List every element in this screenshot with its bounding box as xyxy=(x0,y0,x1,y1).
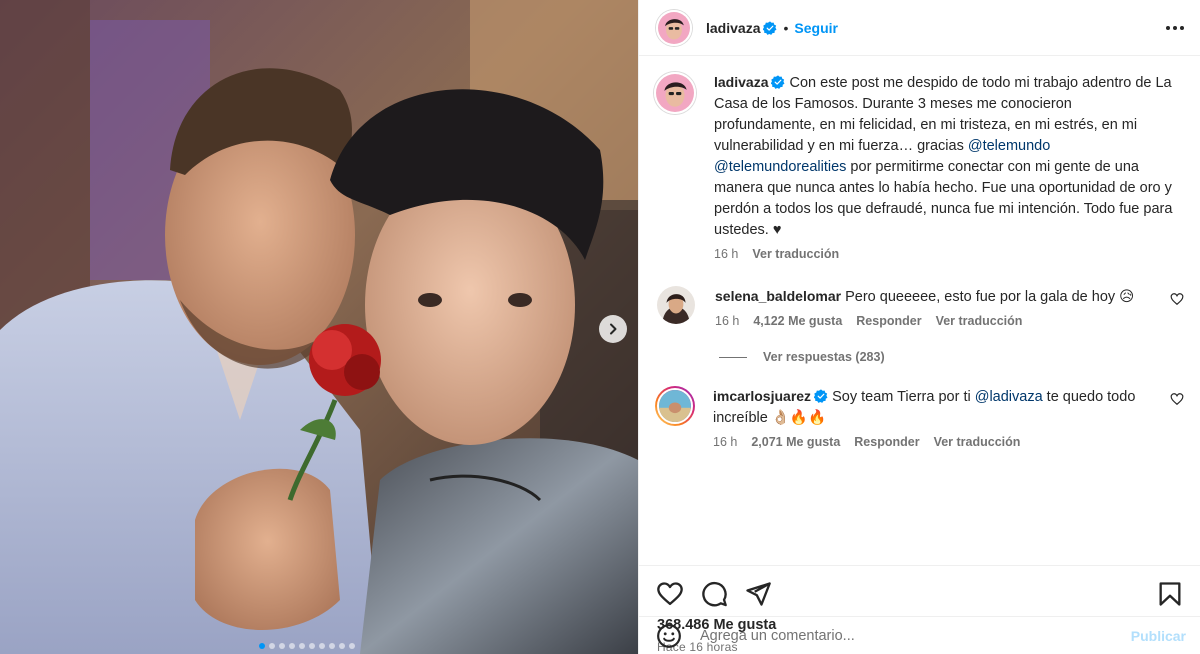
commenter-avatar-image xyxy=(657,388,693,424)
caption-text: ladivaza Con este post me despido de tod… xyxy=(714,72,1174,241)
reply-link[interactable]: Responder xyxy=(854,435,919,449)
comment-likes[interactable]: 4,122 Me gusta xyxy=(753,314,842,328)
commenter-username[interactable]: selena_baldelomar xyxy=(715,288,841,304)
commenter-avatar-image xyxy=(657,286,695,324)
carousel-indicator xyxy=(259,643,355,649)
share-icon[interactable] xyxy=(744,580,772,608)
heart-icon[interactable] xyxy=(1170,392,1184,406)
carousel-dot[interactable] xyxy=(349,643,355,649)
comment-meta: 16 h 4,122 Me gusta Responder Ver traduc… xyxy=(715,314,1184,328)
verified-badge-icon xyxy=(763,20,777,35)
commenter-avatar[interactable] xyxy=(657,286,695,324)
comments-list[interactable]: ladivaza Con este post me despido de tod… xyxy=(639,56,1200,565)
comment-body: Pero queeeee, esto fue por la gala de ho… xyxy=(845,289,1135,305)
translate-link[interactable]: Ver traducción xyxy=(752,247,839,261)
chevron-right-icon xyxy=(610,323,617,335)
carousel-dot[interactable] xyxy=(289,643,295,649)
caption-avatar-image xyxy=(656,74,694,112)
comment-composer: Publicar xyxy=(639,616,1200,654)
mention-link[interactable]: @telemundo xyxy=(968,138,1050,154)
post-media[interactable] xyxy=(0,0,638,654)
reply-link[interactable]: Responder xyxy=(856,314,921,328)
post-header: ladivaza • Seguir xyxy=(639,0,1200,56)
carousel-dot[interactable] xyxy=(299,643,305,649)
separator-bullet: • xyxy=(783,19,789,36)
comment-input[interactable] xyxy=(700,627,1131,644)
mention-link[interactable]: @telemundorealities xyxy=(714,159,846,175)
comment-item: imcarlosjuarez Soy team Tierra por ti @l… xyxy=(655,386,1184,449)
commenter-username[interactable]: imcarlosjuarez xyxy=(713,388,811,404)
carousel-dot[interactable] xyxy=(269,643,275,649)
bookmark-icon[interactable] xyxy=(1156,580,1184,608)
carousel-dot[interactable] xyxy=(309,643,315,649)
comment-time[interactable]: 16 h xyxy=(713,435,737,449)
carousel-dot[interactable] xyxy=(319,643,325,649)
author-avatar-image xyxy=(658,11,690,44)
comment-text: imcarlosjuarez Soy team Tierra por ti @l… xyxy=(713,386,1153,429)
caption-time[interactable]: 16 h xyxy=(714,247,738,261)
more-options-icon[interactable] xyxy=(1166,25,1184,30)
replies-line xyxy=(719,356,747,358)
comment-icon[interactable] xyxy=(700,580,728,608)
comment-likes[interactable]: 2,071 Me gusta xyxy=(751,435,840,449)
heart-icon[interactable] xyxy=(1170,292,1184,306)
post-caption: ladivaza Con este post me despido de tod… xyxy=(654,72,1184,261)
follow-button[interactable]: Seguir xyxy=(794,20,838,36)
translate-link[interactable]: Ver traducción xyxy=(936,314,1023,328)
post-photo xyxy=(0,0,638,654)
verified-badge-icon xyxy=(814,389,828,403)
comment-meta: 16 h 2,071 Me gusta Responder Ver traduc… xyxy=(713,435,1184,449)
comment-body-1: Soy team Tierra por ti xyxy=(832,389,975,405)
publish-button[interactable]: Publicar xyxy=(1131,628,1186,644)
commenter-avatar[interactable] xyxy=(655,386,695,426)
translate-link[interactable]: Ver traducción xyxy=(934,435,1021,449)
post-details-panel: ladivaza • Seguir ladivaza Con este post… xyxy=(638,0,1200,654)
mention-link[interactable]: @ladivaza xyxy=(975,389,1043,405)
carousel-dot[interactable] xyxy=(329,643,335,649)
view-replies-button[interactable]: Ver respuestas (283) xyxy=(719,350,1184,364)
heart-icon[interactable] xyxy=(656,580,684,608)
emoji-icon[interactable] xyxy=(656,623,682,649)
carousel-next-button[interactable] xyxy=(599,315,627,343)
view-replies-label: Ver respuestas (283) xyxy=(763,350,885,364)
author-avatar[interactable] xyxy=(656,9,692,46)
carousel-dot[interactable] xyxy=(339,643,345,649)
comment-item: selena_baldelomar Pero queeeee, esto fue… xyxy=(655,286,1184,328)
comment-time[interactable]: 16 h xyxy=(715,314,739,328)
carousel-dot[interactable] xyxy=(279,643,285,649)
author-username[interactable]: ladivaza xyxy=(706,20,760,36)
caption-meta: 16 h Ver traducción xyxy=(714,247,1174,261)
carousel-dot[interactable] xyxy=(259,643,265,649)
caption-username[interactable]: ladivaza xyxy=(714,74,768,90)
action-bar xyxy=(639,565,1200,621)
comment-text: selena_baldelomar Pero queeeee, esto fue… xyxy=(715,286,1155,308)
caption-avatar[interactable] xyxy=(654,72,696,114)
verified-badge-icon xyxy=(771,75,785,89)
